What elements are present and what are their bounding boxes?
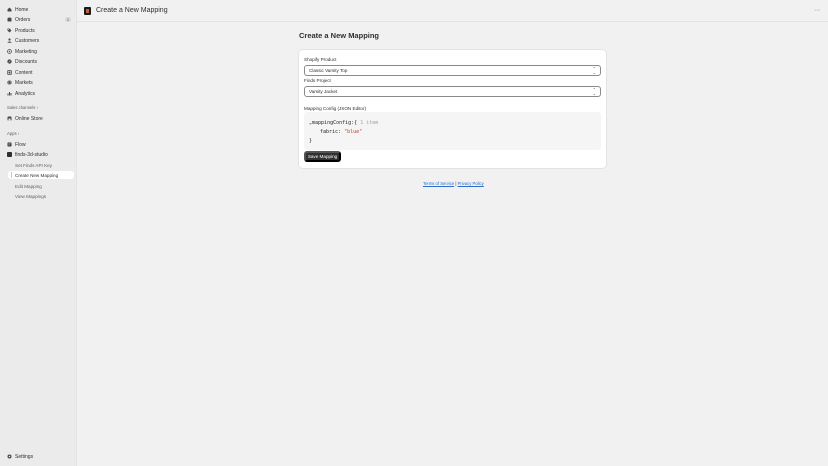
sidebar-item-label: Online Store: [15, 115, 43, 122]
code-line-3: }: [309, 138, 313, 144]
mapping-config-label: Mapping Config (JSON Editor): [304, 106, 367, 111]
sidebar-item-orders[interactable]: Orders 2: [3, 15, 74, 24]
app-topbar: [77, 0, 828, 22]
sidebar-subitem-set-api-key[interactable]: Set Finds API Key: [15, 161, 74, 169]
sidebar-item-marketing[interactable]: Marketing: [3, 47, 74, 56]
app-icon: [7, 152, 12, 157]
sidebar-item-discounts[interactable]: Discounts: [3, 57, 74, 66]
orders-icon: [7, 17, 12, 22]
sidebar-item-finds-3d-studio[interactable]: finds-3d-studio: [3, 150, 74, 159]
sidebar-item-online-store[interactable]: Online Store: [3, 114, 74, 123]
sidebar-item-label: Marketing: [15, 48, 37, 55]
finds-project-select[interactable]: Varsity Jacket ⌃ ⌄: [304, 86, 601, 97]
sidebar-item-label: Products: [15, 27, 35, 34]
sidebar-item-label: Content: [15, 69, 33, 76]
globe-icon: [7, 80, 12, 85]
target-icon: [7, 49, 12, 54]
sidebar-subitem-view-mappings[interactable]: View Mappings: [15, 192, 74, 200]
finds-project-label: Finds Project: [304, 78, 331, 83]
sidebar-item-label: Discounts: [15, 58, 37, 65]
select-chevron-icon: ⌃ ⌄: [592, 66, 596, 75]
discount-icon: [7, 59, 12, 64]
app-logo-icon: [84, 7, 91, 15]
sidebar-subitem-edit-mapping[interactable]: Edit Mapping: [15, 182, 74, 190]
sidebar-item-products[interactable]: Products: [3, 26, 74, 35]
shopify-product-value: Classic Varsity Top: [309, 68, 348, 73]
sidebar-item-settings[interactable]: Settings: [3, 452, 74, 461]
sidebar-item-markets[interactable]: Markets: [3, 78, 74, 87]
topbar-title: Create a New Mapping: [96, 7, 168, 14]
sidebar-item-flow[interactable]: Flow: [3, 140, 74, 149]
code-line-1: ⌄mappingConfig:{ 1 item: [309, 120, 379, 126]
footer-separator: |: [455, 181, 457, 186]
sidebar-item-label: Customers: [15, 37, 40, 44]
sidebar-item-label: Flow: [15, 141, 26, 148]
sidebar-item-label: Markets: [15, 79, 33, 86]
terms-link[interactable]: Terms of Service: [423, 181, 454, 186]
orders-count-badge: 2: [65, 17, 71, 22]
chevron-right-icon: ›: [36, 105, 38, 110]
select-chevron-icon: ⌃ ⌄: [592, 87, 596, 96]
privacy-link[interactable]: Privacy Policy: [458, 181, 484, 186]
content-icon: [7, 70, 12, 75]
sidebar-item-customers[interactable]: Customers: [3, 36, 74, 45]
chart-icon: [7, 91, 12, 96]
sidebar-item-label: Analytics: [15, 90, 36, 97]
page-title: Create a New Mapping: [299, 31, 380, 40]
gear-icon: [7, 454, 12, 459]
sidebar-item-label: Orders: [15, 16, 31, 23]
save-mapping-button[interactable]: Save Mapping: [304, 151, 341, 162]
footer-links: Terms of Service | Privacy Policy: [423, 181, 484, 186]
sidebar: Home Orders 2 Products Customers Marketi…: [0, 0, 77, 466]
flow-icon: [7, 142, 12, 147]
sales-channels-heading[interactable]: Sales channels ›: [7, 105, 38, 111]
sidebar-item-analytics[interactable]: Analytics: [3, 89, 74, 98]
sidebar-item-label: Home: [15, 6, 29, 13]
sidebar-item-home[interactable]: Home: [3, 5, 74, 14]
shopify-product-select[interactable]: Classic Varsity Top ⌃ ⌄: [304, 65, 601, 76]
code-line-2: fabric: "blue": [320, 129, 363, 135]
finds-project-value: Varsity Jacket: [309, 89, 338, 94]
person-icon: [7, 38, 12, 43]
sidebar-item-content[interactable]: Content: [3, 68, 74, 77]
chevron-right-icon: ›: [17, 131, 20, 136]
tag-icon: [7, 28, 12, 33]
mapping-form-card: Shopify Product Classic Varsity Top ⌃ ⌄ F…: [299, 50, 606, 168]
shopify-product-label: Shopify Product: [304, 57, 337, 62]
sidebar-item-label: Settings: [15, 453, 34, 460]
more-actions-icon[interactable]: ⋯: [813, 8, 821, 14]
json-editor[interactable]: ⌄mappingConfig:{ 1 item fabric: "blue" }: [304, 112, 601, 150]
apps-heading[interactable]: Apps ›: [7, 131, 19, 137]
home-icon: [7, 7, 12, 12]
sidebar-item-label: finds-3d-studio: [15, 151, 48, 158]
store-icon: [7, 116, 12, 121]
sidebar-subitem-create-new-mapping[interactable]: Create New Mapping: [8, 171, 74, 179]
